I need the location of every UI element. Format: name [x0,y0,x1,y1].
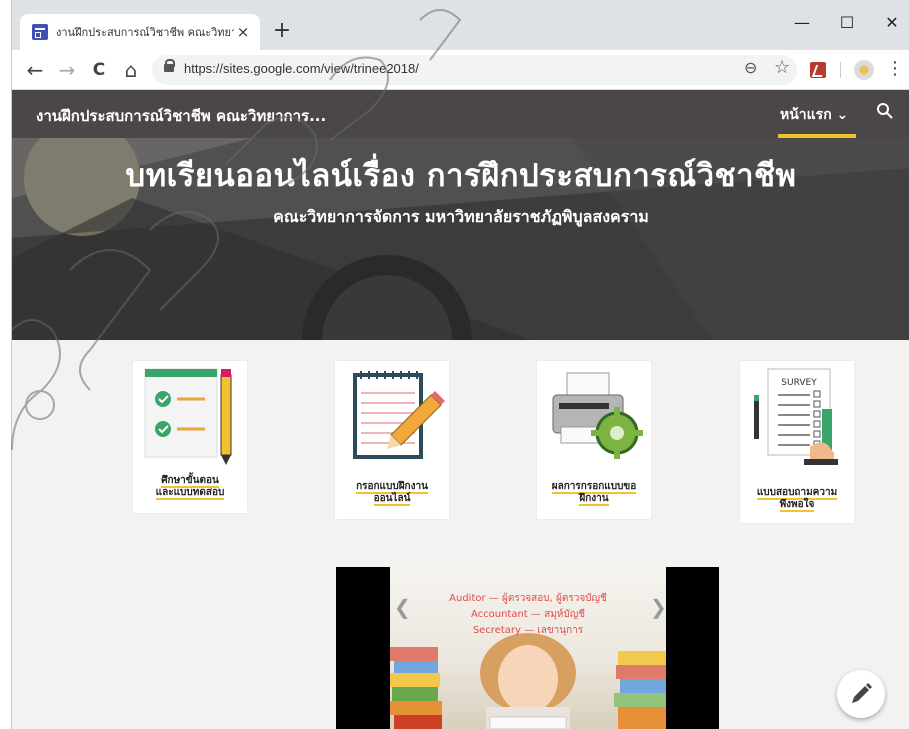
card-study-steps[interactable]: ศึกษาขั้นตอน และแบบทดสอบ [133,361,247,513]
card-satisfaction-survey[interactable]: SURVEY แบบสอบถามความ พึงพอใจ [740,361,854,523]
menu-icon[interactable]: ⋮ [886,58,904,79]
toolbar-divider [840,62,841,78]
edit-site-button[interactable] [837,670,885,718]
minimize-button[interactable]: — [782,10,822,36]
book-stack-left [390,647,442,729]
google-sites-favicon-icon [32,24,48,40]
url-text[interactable]: https://sites.google.com/view/trinee2018… [184,61,419,76]
slide-text-auditor: Auditor — ผู้ตรวจสอบ, ผู้ตรวจบัญชี [449,593,607,604]
image-slideshow[interactable]: Auditor — ผู้ตรวจสอบ, ผู้ตรวจบัญชี Accou… [336,567,719,729]
card-form-results[interactable]: ผลการกรอกแบบขอ ฝึกงาน [537,361,651,519]
notepad-pencil-icon [353,371,445,459]
survey-heading: SURVEY [781,378,817,388]
edit-pencil-icon [852,683,872,703]
slide-image: Auditor — ผู้ตรวจสอบ, ผู้ตรวจบัญชี Accou… [390,567,666,729]
zoom-icon[interactable]: ⊖ [744,58,757,77]
slide-text-secretary: Secretary — เลขานุการ [472,625,584,636]
tab-strip: งานฝึกประสบการณ์วิชาชีพ คณะวิทยาก × + — … [12,0,909,50]
flower-extension-icon[interactable] [854,60,874,80]
card-label-line2: ออนไลน์ [373,493,411,506]
hero-subtitle: คณะวิทยาการจัดการ มหาวิทยาลัยราชภัฏพิบูล… [273,207,649,226]
home-button[interactable]: ⌂ [118,57,144,83]
checklist-pencil-icon [144,368,232,465]
back-button[interactable]: ← [22,57,48,83]
card-label-line2: และแบบทดสอบ [155,487,225,500]
pdf-extension-icon[interactable] [810,62,826,78]
site-header: งานฝึกประสบการณ์วิชาชีพ คณะวิทยาการ... ห… [12,90,909,138]
card-label-study: ศึกษาขั้นตอน และแบบทดสอบ [133,475,247,500]
card-label-line2: พึงพอใจ [779,499,815,512]
search-icon[interactable] [876,102,894,125]
card-label-survey: แบบสอบถามความ พึงพอใจ [740,487,854,512]
star-icon[interactable]: ☆ [774,57,790,78]
site-title[interactable]: งานฝึกประสบการณ์วิชาชีพ คณะวิทยาการ... [36,104,326,128]
slide-text-accountant: Accountant — สมุห์บัญชี [470,609,586,620]
slideshow-next-icon[interactable]: ❯ [650,595,667,619]
card-label-line2: ฝึกงาน [579,493,609,506]
close-window-button[interactable]: ✕ [872,10,909,36]
browser-tab[interactable]: งานฝึกประสบการณ์วิชาชีพ คณะวิทยาก × [20,14,260,50]
tab-close-icon[interactable]: × [234,23,252,41]
lock-icon [164,59,175,72]
slideshow-prev-icon[interactable]: ❮ [394,595,411,619]
card-label-results: ผลการกรอกแบบขอ ฝึกงาน [537,481,651,506]
reload-button[interactable]: C [86,57,112,83]
maximize-button[interactable]: ☐ [827,10,867,36]
card-online-form[interactable]: กรอกแบบฝึกงาน ออนไลน์ [335,361,449,519]
hero-title: บทเรียนออนไลน์เรื่อง การฝึกประสบการณ์วิช… [125,158,797,194]
forward-button[interactable]: → [54,57,80,83]
new-tab-button[interactable]: + [270,20,294,44]
card-label-form: กรอกแบบฝึกงาน ออนไลน์ [335,481,449,506]
tab-title: งานฝึกประสบการณ์วิชาชีพ คณะวิทยาก [56,26,234,39]
nav-home-link[interactable]: หน้าแรก ⌄ [780,104,848,126]
browser-window: งานฝึกประสบการณ์วิชาชีพ คณะวิทยาก × + — … [11,0,909,729]
book-stack-right [614,651,666,729]
hero-banner: บทเรียนออนไลน์เรื่อง การฝึกประสบการณ์วิช… [12,138,909,340]
printer-gear-icon [552,372,643,459]
survey-icon: SURVEY [754,368,838,465]
address-bar[interactable]: https://sites.google.com/view/trinee2018… [152,55,797,85]
browser-toolbar: ← → C ⌂ https://sites.google.com/view/tr… [12,50,909,90]
